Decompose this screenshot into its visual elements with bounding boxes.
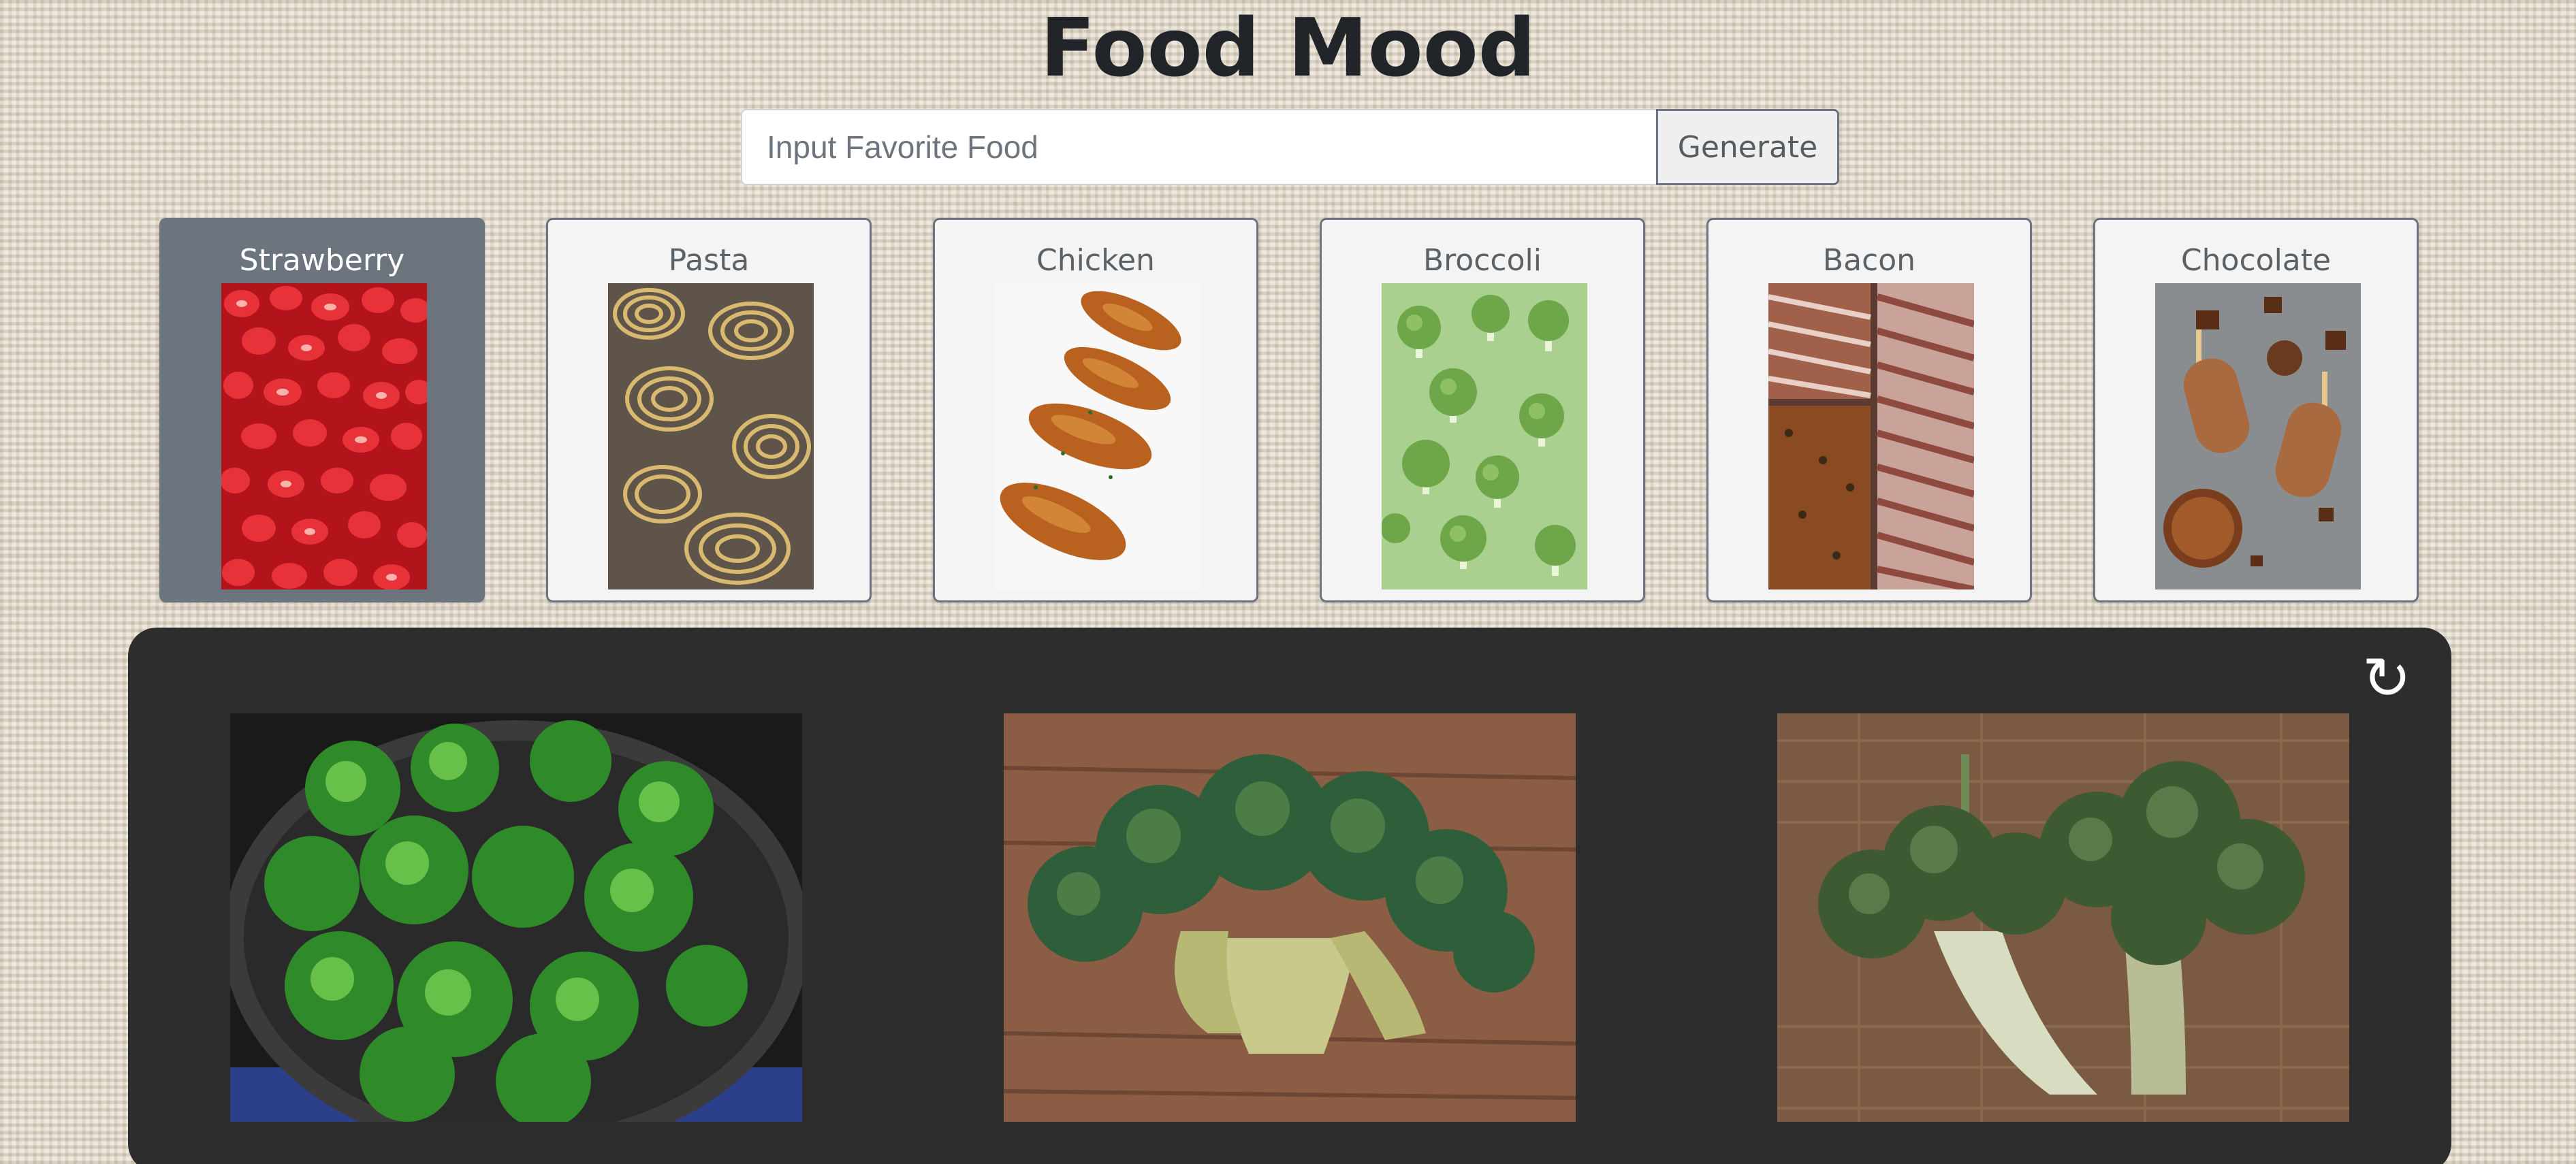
broccoli-in-pot-photo — [230, 713, 802, 1122]
results-panel: ↻ — [128, 628, 2451, 1164]
pasta-nests-photo — [608, 283, 814, 589]
food-card-label: Bacon — [1822, 243, 1916, 278]
generate-button[interactable]: Generate — [1656, 109, 1839, 185]
page-title: Food Mood — [1040, 1, 1536, 95]
food-card-label: Broccoli — [1423, 243, 1542, 278]
favorite-food-input[interactable] — [741, 109, 1656, 185]
food-card-strawberry[interactable]: Strawberry — [159, 218, 485, 602]
chocolate-popsicles-photo — [2155, 283, 2361, 589]
food-card-pasta[interactable]: Pasta — [546, 218, 872, 602]
food-card-label: Strawberry — [239, 243, 405, 278]
food-card-chocolate[interactable]: Chocolate — [2093, 218, 2419, 602]
refresh-icon[interactable]: ↻ — [2356, 648, 2417, 709]
food-card-label: Chocolate — [2180, 243, 2332, 278]
food-card-label: Pasta — [668, 243, 750, 278]
fried-chicken-photo — [995, 283, 1200, 589]
broccoli-head-on-wood-photo — [1004, 713, 1576, 1122]
broccoli-on-burlap-photo — [1777, 713, 2349, 1122]
broccoli-florets-photo — [1382, 283, 1587, 589]
food-card-label: Chicken — [1036, 243, 1155, 278]
food-card-bacon[interactable]: Bacon — [1706, 218, 2032, 602]
search-bar: Generate — [741, 109, 1839, 185]
food-card-chicken[interactable]: Chicken — [933, 218, 1258, 602]
strawberries-photo — [221, 283, 427, 589]
food-card-broccoli[interactable]: Broccoli — [1320, 218, 1645, 602]
bacon-photo — [1768, 283, 1974, 589]
